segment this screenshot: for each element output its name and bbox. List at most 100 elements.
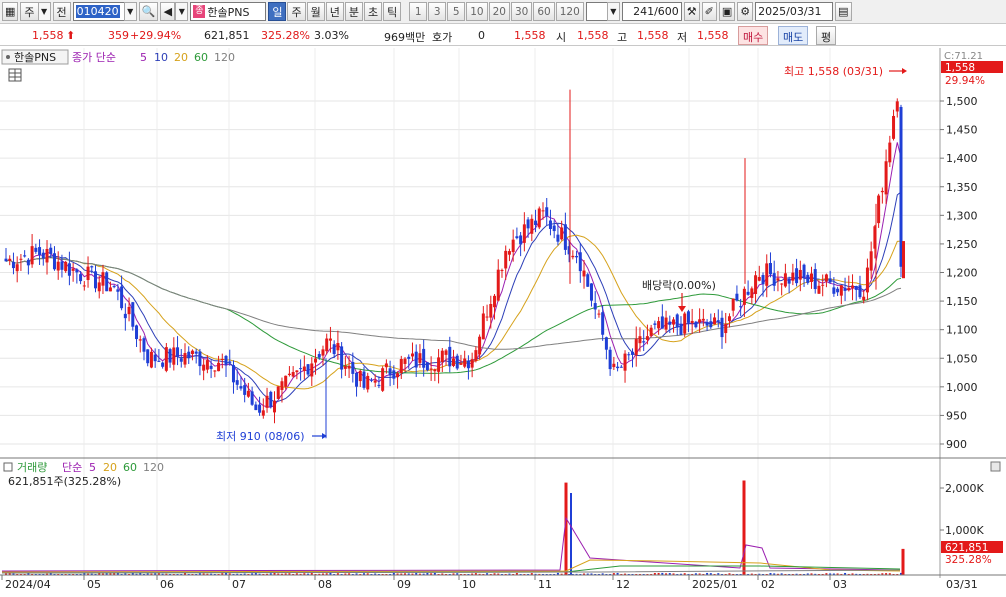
- candle-body: [396, 373, 400, 378]
- candle-body: [593, 303, 597, 310]
- candle-body: [23, 255, 27, 257]
- evaluate-button[interactable]: 평: [816, 26, 837, 45]
- candle-body: [608, 349, 612, 370]
- minute-tab-1[interactable]: 1: [409, 2, 428, 21]
- minute-tab-3[interactable]: 3: [428, 2, 447, 21]
- chart-settings-icon[interactable]: ▦: [2, 2, 19, 21]
- price-ytick-7: 1,150: [946, 295, 978, 308]
- chart-area[interactable]: 한솔PNS 종가 단순 5 10 20 60 120 C:71.21 1,558…: [0, 48, 1006, 597]
- candle-body: [213, 370, 217, 372]
- drawing-icon[interactable]: ✐: [701, 2, 717, 21]
- period-tab-2[interactable]: 월: [306, 2, 325, 21]
- candle-body: [701, 318, 705, 321]
- stock-code-input[interactable]: 010420: [72, 2, 125, 21]
- period-tab-6[interactable]: 틱: [383, 2, 402, 21]
- prev-button[interactable]: 전: [52, 2, 71, 21]
- period-tab-0[interactable]: 일: [268, 2, 287, 21]
- minute-tab-10[interactable]: 10: [466, 2, 488, 21]
- candle-body: [668, 321, 672, 325]
- candle-body: [634, 338, 638, 356]
- candle-body: [500, 270, 504, 272]
- custom-minute-dropdown-icon[interactable]: ▼: [606, 2, 620, 21]
- open-price: 1,558: [577, 29, 609, 42]
- period-tab-4[interactable]: 분: [344, 2, 363, 21]
- chart-svg[interactable]: 한솔PNS 종가 단순 5 10 20 60 120 C:71.21 1,558…: [0, 48, 1006, 597]
- candle-body: [880, 190, 884, 193]
- custom-minute-input[interactable]: [585, 2, 608, 21]
- candle-body: [530, 218, 534, 234]
- gear-icon[interactable]: ⚙: [737, 2, 754, 21]
- candle-body: [854, 285, 858, 290]
- candle-body: [895, 101, 899, 112]
- dividend-annotation: 배당락(0.00%): [642, 279, 716, 292]
- candle-body: [478, 336, 482, 355]
- minute-tab-5[interactable]: 5: [447, 2, 466, 21]
- type-dropdown-icon[interactable]: ▼: [37, 2, 51, 21]
- candle-body: [675, 314, 679, 328]
- minute-tab-60[interactable]: 60: [533, 2, 555, 21]
- volume-panel-handle-icon[interactable]: [3, 462, 13, 472]
- minute-tab-120[interactable]: 120: [555, 2, 584, 21]
- volume-spike-bar: [742, 480, 746, 575]
- stock-name-field[interactable]: 종 한솔PNS: [190, 2, 267, 21]
- candle-body: [660, 316, 664, 329]
- candle-body: [276, 386, 280, 399]
- speaker-icon[interactable]: ◀: [160, 2, 176, 21]
- candle-body: [541, 210, 545, 212]
- x-label-8: 12: [616, 578, 630, 591]
- price-ytick-8: 1,100: [946, 324, 978, 337]
- candle-body: [519, 235, 523, 245]
- candle-body: [507, 251, 511, 255]
- period-tab-5[interactable]: 초: [363, 2, 383, 21]
- candle-body: [306, 364, 310, 375]
- indicator-icon[interactable]: ⚒: [683, 2, 700, 21]
- search-icon[interactable]: 🔍: [138, 2, 159, 21]
- change-percent: +29.94%: [130, 29, 182, 42]
- vol-legend-ma20: 20: [103, 461, 117, 474]
- minute-tab-30[interactable]: 30: [510, 2, 533, 21]
- candle-body: [358, 370, 362, 382]
- candle-body: [548, 220, 552, 229]
- candle-body: [664, 317, 668, 330]
- candle-body: [437, 357, 441, 372]
- minute-tab-20[interactable]: 20: [488, 2, 510, 21]
- speaker-dropdown-icon[interactable]: ▼: [175, 2, 189, 21]
- volume-ratio: 325.28%: [261, 29, 310, 42]
- candle-body: [791, 272, 795, 281]
- period-tab-3[interactable]: 년: [325, 2, 344, 21]
- data-count-field[interactable]: 241/600: [621, 2, 682, 21]
- candle-body: [205, 360, 209, 370]
- candle-body: [589, 283, 593, 301]
- candle-body: [280, 381, 284, 390]
- candle-body: [4, 258, 8, 262]
- candle-body: [649, 327, 653, 336]
- code-dropdown-icon[interactable]: ▼: [123, 2, 137, 21]
- candle-body: [884, 161, 888, 195]
- candle-body: [534, 220, 538, 225]
- calendar-icon[interactable]: ▤: [835, 2, 852, 21]
- x-label-6: 10: [462, 578, 476, 591]
- candle-body: [761, 275, 765, 285]
- candle-body: [627, 354, 631, 356]
- candle-body: [731, 298, 735, 311]
- candle-body: [686, 311, 690, 323]
- buy-button[interactable]: 매수: [738, 26, 769, 45]
- candle-body: [34, 247, 38, 252]
- price-ytick-12: 900: [946, 438, 967, 451]
- candle-body: [135, 325, 139, 340]
- save-icon[interactable]: ▣: [718, 2, 736, 21]
- legend-ma10: 10: [154, 51, 168, 64]
- date-field[interactable]: 2025/03/31: [755, 2, 834, 21]
- sell-button[interactable]: 매도: [778, 26, 809, 45]
- volume-panel-close-icon[interactable]: [990, 461, 1001, 472]
- candle-body: [694, 321, 698, 328]
- type-select[interactable]: 주: [20, 2, 39, 21]
- panel-handle-icon: [6, 55, 10, 59]
- current-volume-ratio-tag: 325.28%: [945, 554, 992, 566]
- candle-body: [317, 354, 321, 358]
- minute-tabs: 1 3 5 10 20 30 60 120: [409, 2, 584, 21]
- candle-body: [336, 343, 340, 351]
- period-tab-1[interactable]: 주: [287, 2, 306, 21]
- candle-body: [26, 259, 30, 266]
- candle-body: [418, 353, 422, 363]
